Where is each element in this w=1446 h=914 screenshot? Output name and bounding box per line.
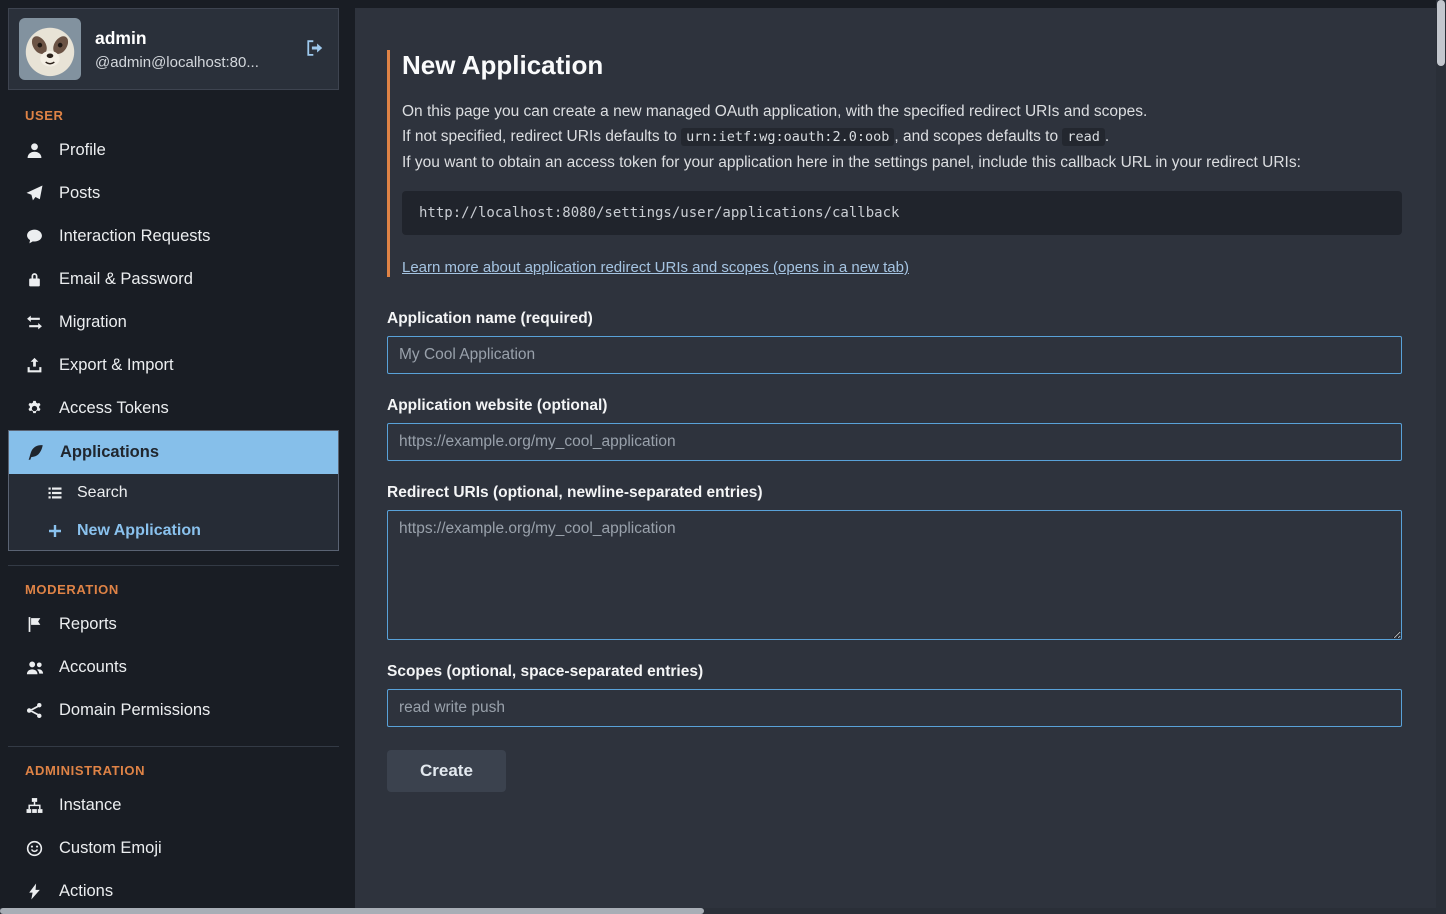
gear-icon (25, 400, 44, 417)
user-icon (25, 142, 44, 159)
sidebar-item-label: Profile (59, 141, 106, 160)
learn-more-link[interactable]: Learn more about application redirect UR… (402, 259, 909, 276)
sidebar-item-custom-emoji[interactable]: Custom Emoji (8, 827, 339, 870)
sidebar-item-label: Export & Import (59, 356, 174, 375)
feather-icon (26, 444, 45, 461)
application-website-input[interactable] (387, 423, 1402, 461)
sidebar-item-label: Email & Password (59, 270, 193, 289)
user-handle: @admin@localhost:80... (95, 54, 289, 71)
intro-line-1: On this page you can create a new manage… (402, 99, 1402, 124)
new-application-form: Application name (required) Application … (387, 310, 1402, 792)
section-label-administration: ADMINISTRATION (8, 746, 339, 778)
section-label-user: USER (8, 108, 339, 123)
users-icon (25, 659, 44, 677)
application-name-label: Application name (required) (387, 310, 1402, 328)
list-icon (45, 485, 64, 501)
scopes-label: Scopes (optional, space-separated entrie… (387, 663, 1402, 681)
application-name-input[interactable] (387, 336, 1402, 374)
smile-icon (25, 840, 44, 857)
page-title: New Application (402, 50, 1402, 81)
sidebar: admin @admin@localhost:80... USER Profil… (0, 0, 347, 908)
sidebar-item-label: Instance (59, 796, 121, 815)
horizontal-scrollbar-thumb[interactable] (0, 908, 704, 914)
sitemap-icon (25, 797, 44, 814)
sidebar-item-actions[interactable]: Actions (8, 870, 339, 908)
section-label-moderation: MODERATION (8, 565, 339, 597)
sidebar-item-label: Actions (59, 882, 113, 901)
intro-line-2: If not specified, redirect URIs defaults… (402, 124, 1402, 150)
sidebar-item-accounts[interactable]: Accounts (8, 646, 339, 689)
logout-button[interactable] (303, 36, 326, 63)
sidebar-item-interaction-requests[interactable]: Interaction Requests (8, 215, 339, 258)
export-icon (25, 357, 44, 374)
applications-group: Applications Search New Application (8, 430, 339, 551)
plus-icon (45, 523, 64, 539)
application-website-label: Application website (optional) (387, 397, 1402, 415)
sidebar-item-instance[interactable]: Instance (8, 784, 339, 827)
sidebar-item-applications-search[interactable]: Search (9, 474, 338, 512)
sidebar-item-domain-permissions[interactable]: Domain Permissions (8, 689, 339, 732)
sidebar-nav: Profile Posts Interaction Requests Email… (8, 129, 339, 908)
redirect-uris-textarea[interactable] (387, 510, 1402, 640)
intro-text: , and scopes defaults to (894, 128, 1062, 145)
comment-icon (25, 228, 44, 245)
sidebar-item-email-password[interactable]: Email & Password (8, 258, 339, 301)
sidebar-item-label: Posts (59, 184, 100, 203)
intro-text: If not specified, redirect URIs defaults… (402, 128, 681, 145)
sidebar-item-profile[interactable]: Profile (8, 129, 339, 172)
bolt-icon (25, 883, 44, 900)
redirect-uris-label: Redirect URIs (optional, newline-separat… (387, 484, 1402, 502)
sidebar-item-export-import[interactable]: Export & Import (8, 344, 339, 387)
main-panel: New Application On this page you can cre… (355, 8, 1436, 908)
sidebar-item-label: Accounts (59, 658, 127, 677)
vertical-scrollbar-thumb[interactable] (1437, 0, 1445, 66)
sidebar-item-label: Search (77, 484, 128, 502)
callback-url-code-block: http://localhost:8080/settings/user/appl… (402, 191, 1402, 235)
sidebar-item-label: New Application (77, 522, 201, 540)
vertical-scrollbar[interactable] (1436, 0, 1446, 914)
user-meta: admin @admin@localhost:80... (95, 28, 289, 71)
sidebar-item-label: Custom Emoji (59, 839, 162, 858)
horizontal-scrollbar[interactable] (0, 908, 1436, 914)
sidebar-item-migration[interactable]: Migration (8, 301, 339, 344)
avatar (19, 18, 81, 80)
logout-icon (305, 38, 324, 58)
page-header: New Application On this page you can cre… (387, 50, 1402, 277)
sidebar-item-applications[interactable]: Applications (9, 431, 338, 474)
sidebar-item-label: Interaction Requests (59, 227, 210, 246)
user-card[interactable]: admin @admin@localhost:80... (8, 8, 339, 90)
sidebar-item-label: Access Tokens (59, 399, 169, 418)
intro-text: . (1105, 128, 1109, 145)
sidebar-item-label: Migration (59, 313, 127, 332)
share-nodes-icon (25, 702, 44, 719)
paper-plane-icon (25, 185, 44, 202)
exchange-arrows-icon (25, 314, 44, 331)
oob-inline-code: urn:ietf:wg:oauth:2.0:oob (681, 128, 894, 146)
create-button[interactable]: Create (387, 750, 506, 792)
flag-icon (25, 616, 44, 633)
read-inline-code: read (1062, 128, 1105, 146)
intro-line-3: If you want to obtain an access token fo… (402, 150, 1402, 175)
scopes-input[interactable] (387, 689, 1402, 727)
sidebar-item-access-tokens[interactable]: Access Tokens (8, 387, 339, 430)
sidebar-item-reports[interactable]: Reports (8, 603, 339, 646)
user-name: admin (95, 28, 289, 49)
sidebar-item-label: Domain Permissions (59, 701, 210, 720)
sidebar-item-label: Reports (59, 615, 117, 634)
sidebar-item-new-application[interactable]: New Application (9, 512, 338, 550)
lock-icon (25, 271, 44, 288)
sidebar-item-label: Applications (60, 443, 159, 462)
sidebar-item-posts[interactable]: Posts (8, 172, 339, 215)
